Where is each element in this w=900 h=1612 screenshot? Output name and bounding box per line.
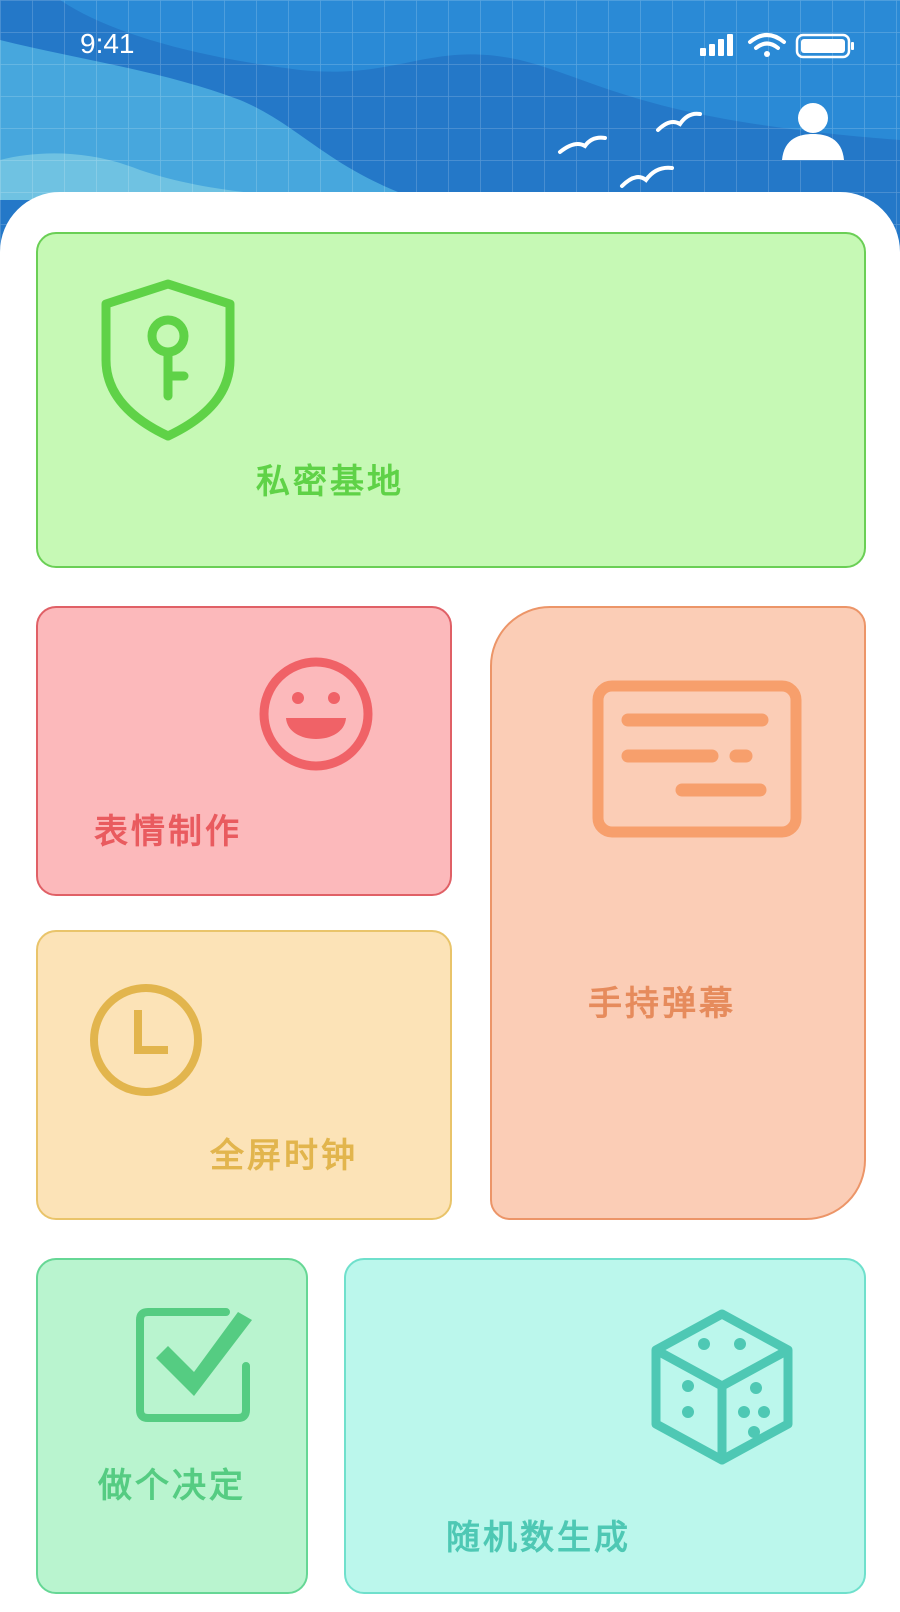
- signal-icon: [700, 34, 733, 56]
- emoji-maker-card[interactable]: 表情制作: [36, 606, 452, 896]
- fullscreen-clock-label: 全屏时钟: [210, 1136, 358, 1176]
- shield-key-icon: [101, 279, 235, 441]
- battery-icon: [795, 33, 854, 59]
- danmaku-screen-icon: [592, 680, 802, 838]
- handheld-danmaku-label: 手持弹幕: [588, 984, 736, 1024]
- status-icons: [700, 30, 860, 68]
- fullscreen-clock-card[interactable]: 全屏时钟: [36, 930, 452, 1220]
- random-number-label: 随机数生成: [446, 1518, 631, 1558]
- make-decision-label: 做个决定: [98, 1466, 246, 1506]
- emoji-maker-label: 表情制作: [94, 812, 242, 852]
- smiley-icon: [259, 657, 373, 771]
- wifi-icon: [748, 33, 786, 57]
- private-base-label: 私密基地: [256, 462, 404, 502]
- make-decision-card[interactable]: 做个决定: [36, 1258, 308, 1594]
- private-base-card[interactable]: 私密基地: [36, 232, 866, 568]
- user-icon: [782, 103, 844, 160]
- handheld-danmaku-card[interactable]: 手持弹幕: [490, 606, 866, 1220]
- profile-button[interactable]: [778, 102, 848, 162]
- dice-icon: [651, 1309, 793, 1465]
- birds-decoration: [558, 111, 702, 188]
- status-time: 9:41: [80, 28, 135, 59]
- clock-icon: [90, 984, 202, 1096]
- checkbox-icon: [136, 1308, 252, 1422]
- random-number-card[interactable]: 随机数生成: [344, 1258, 866, 1594]
